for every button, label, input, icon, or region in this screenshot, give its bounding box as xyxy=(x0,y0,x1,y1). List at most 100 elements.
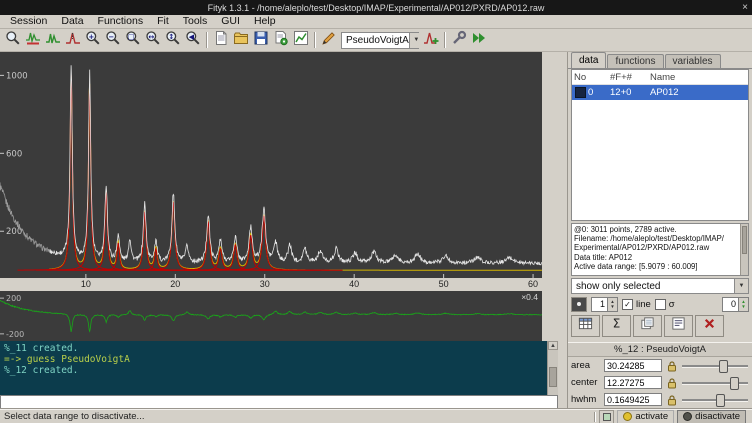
open-session-button[interactable] xyxy=(211,30,231,50)
titlebar: Fityk 1.3.1 - /home/aleplo/test/Desktop/… xyxy=(0,0,752,15)
output-console[interactable]: %_11 created.=-> guess PseudoVoigtA%_12 … xyxy=(0,341,558,395)
spinner-arrows-icon[interactable]: ▲▼ xyxy=(607,298,617,311)
lock-icon[interactable] xyxy=(665,393,678,406)
zoom-mode-icon xyxy=(5,30,21,51)
delete-data-icon xyxy=(702,316,717,336)
new-data-button[interactable] xyxy=(571,315,600,337)
menu-help[interactable]: Help xyxy=(247,15,283,28)
center-slider[interactable] xyxy=(681,376,749,389)
auto-add-peak-button[interactable] xyxy=(421,30,441,50)
zoom-in-button[interactable]: + xyxy=(83,30,103,50)
edit-function-button[interactable] xyxy=(319,30,339,50)
command-input[interactable] xyxy=(0,395,558,409)
checkbox-icon xyxy=(655,299,666,310)
function-type-select[interactable]: PseudoVoigtA▼ xyxy=(341,32,419,49)
zoom-horizontal-button[interactable]: ↔ xyxy=(143,30,163,50)
slider-handle[interactable] xyxy=(719,360,728,373)
disactivate-toggle[interactable]: disactivate xyxy=(677,410,746,423)
dataset-checkbox[interactable] xyxy=(574,87,588,98)
save-session-button[interactable] xyxy=(251,30,271,50)
zoom-vertical-button[interactable]: ↕ xyxy=(163,30,183,50)
svg-text:600: 600 xyxy=(6,149,22,159)
status-right-controls: activate disactivate xyxy=(594,410,752,423)
scroll-up-icon[interactable]: ▲ xyxy=(548,341,558,350)
zoom-all-icon: □ xyxy=(125,30,141,51)
param-label: area xyxy=(571,360,601,371)
aux-plot[interactable]: 200-200 ×0.4 xyxy=(0,291,542,341)
range-mode-button[interactable] xyxy=(599,410,614,423)
zoom-previous-button[interactable]: ◀ xyxy=(183,30,203,50)
stack-data-button[interactable] xyxy=(633,315,662,337)
dataset-list-header: No #F+# Name xyxy=(572,70,748,85)
window-close-icon[interactable]: × xyxy=(742,0,748,15)
center-input[interactable] xyxy=(604,376,662,389)
data-color-swatch[interactable] xyxy=(571,297,587,312)
zoom-horizontal-icon: ↔ xyxy=(145,30,161,51)
sum-data-button[interactable]: Σ xyxy=(602,315,631,337)
zoom-out-button[interactable]: − xyxy=(103,30,123,50)
menu-functions[interactable]: Functions xyxy=(91,15,151,28)
lock-icon[interactable] xyxy=(665,359,678,372)
fit-settings-icon xyxy=(451,30,467,51)
tab-variables[interactable]: variables xyxy=(665,54,721,68)
data-series-active xyxy=(50,65,542,265)
execute-script-button[interactable] xyxy=(271,30,291,50)
slider-handle[interactable] xyxy=(730,377,739,390)
dataset-row[interactable]: 0 12+0 AP012 xyxy=(572,85,748,100)
fit-settings-button[interactable] xyxy=(449,30,469,50)
scrollbar-thumb[interactable] xyxy=(549,367,557,387)
point-size-spinner[interactable]: 1 ▲▼ xyxy=(591,297,618,312)
tab-data[interactable]: data xyxy=(571,52,606,68)
zoom-all-button[interactable]: □ xyxy=(123,30,143,50)
open-data-icon xyxy=(233,30,249,51)
svg-text:+: + xyxy=(88,32,94,40)
open-session-icon xyxy=(213,30,229,51)
aux-scale-label: ×0.4 xyxy=(521,292,538,302)
activate-toggle[interactable]: activate xyxy=(617,410,674,423)
main-plot[interactable]: 2006001000 xyxy=(0,52,542,278)
peak-drag-mode-button[interactable] xyxy=(63,30,83,50)
edit-function-icon xyxy=(321,30,337,51)
dataset-number: 0 xyxy=(588,87,610,98)
fit-run-button[interactable] xyxy=(469,30,489,50)
area-slider[interactable] xyxy=(681,359,749,372)
slider-handle[interactable] xyxy=(716,394,725,407)
info-line: Experimental/AP012/PXRD/AP012.raw xyxy=(574,243,745,252)
info-scrollbar[interactable] xyxy=(740,224,748,275)
session-log-button[interactable] xyxy=(291,30,311,50)
delete-data-button[interactable] xyxy=(695,315,724,337)
auto-add-peak-icon xyxy=(423,30,439,51)
menu-session[interactable]: Session xyxy=(3,15,54,28)
line-checkbox[interactable]: ✓ line xyxy=(622,299,651,310)
point-size-value: 1 xyxy=(592,298,607,311)
scrollbar-thumb[interactable] xyxy=(742,226,747,254)
edit-data-button[interactable] xyxy=(664,315,693,337)
zoom-mode-button[interactable] xyxy=(3,30,23,50)
function-curve xyxy=(36,85,143,270)
console-line: %_11 created. xyxy=(4,343,543,354)
data-range-mode-button[interactable] xyxy=(23,30,43,50)
tab-functions[interactable]: functions xyxy=(607,54,663,68)
menu-gui[interactable]: GUI xyxy=(214,15,247,28)
toolbar-separator xyxy=(314,32,316,48)
menu-tools[interactable]: Tools xyxy=(176,15,215,28)
param-row-hwhm: hwhm xyxy=(568,391,752,408)
sigma-checkbox[interactable]: σ xyxy=(655,299,675,310)
sidebar: datafunctionsvariables No #F+# Name 0 12… xyxy=(567,52,752,409)
lock-icon[interactable] xyxy=(665,376,678,389)
filter-select[interactable]: show only selected ▼ xyxy=(571,278,749,294)
baseline-mode-button[interactable] xyxy=(43,30,63,50)
dataset-name: AP012 xyxy=(650,87,748,98)
x-tick-label: 30 xyxy=(257,279,273,289)
console-scrollbar[interactable]: ▲ xyxy=(547,341,558,395)
hwhm-slider[interactable] xyxy=(681,393,749,406)
x-tick-label: 50 xyxy=(436,279,452,289)
hwhm-input[interactable] xyxy=(604,393,662,406)
area-input[interactable] xyxy=(604,359,662,372)
menu-data[interactable]: Data xyxy=(54,15,90,28)
open-data-button[interactable] xyxy=(231,30,251,50)
chevron-down-icon: ▼ xyxy=(734,279,748,293)
menu-fit[interactable]: Fit xyxy=(150,15,176,28)
shift-spinner[interactable]: 0 ▲▼ xyxy=(722,297,749,312)
spinner-arrows-icon[interactable]: ▲▼ xyxy=(738,298,748,311)
